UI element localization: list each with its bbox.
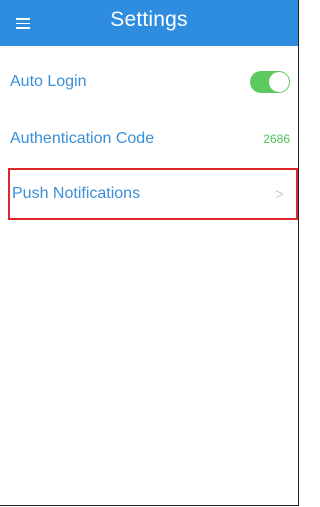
authentication-code-value: 2686: [263, 132, 290, 146]
menu-button[interactable]: [8, 0, 38, 46]
push-notifications-row[interactable]: Push Notifications >: [8, 168, 298, 220]
auto-login-label: Auto Login: [10, 73, 87, 90]
auto-login-toggle[interactable]: [250, 71, 290, 93]
authentication-code-row[interactable]: Authentication Code 2686: [0, 110, 298, 168]
authentication-code-label: Authentication Code: [10, 130, 155, 147]
page-title: Settings: [110, 8, 188, 31]
menu-icon: [16, 18, 30, 29]
settings-screen: Settings Auto Login Authentication Code …: [0, 0, 299, 506]
push-notifications-label: Push Notifications: [12, 185, 141, 202]
auto-login-row[interactable]: Auto Login: [0, 54, 298, 110]
top-bar: Settings: [0, 0, 298, 46]
toggle-knob: [269, 72, 289, 92]
chevron-right-icon: >: [275, 185, 284, 203]
